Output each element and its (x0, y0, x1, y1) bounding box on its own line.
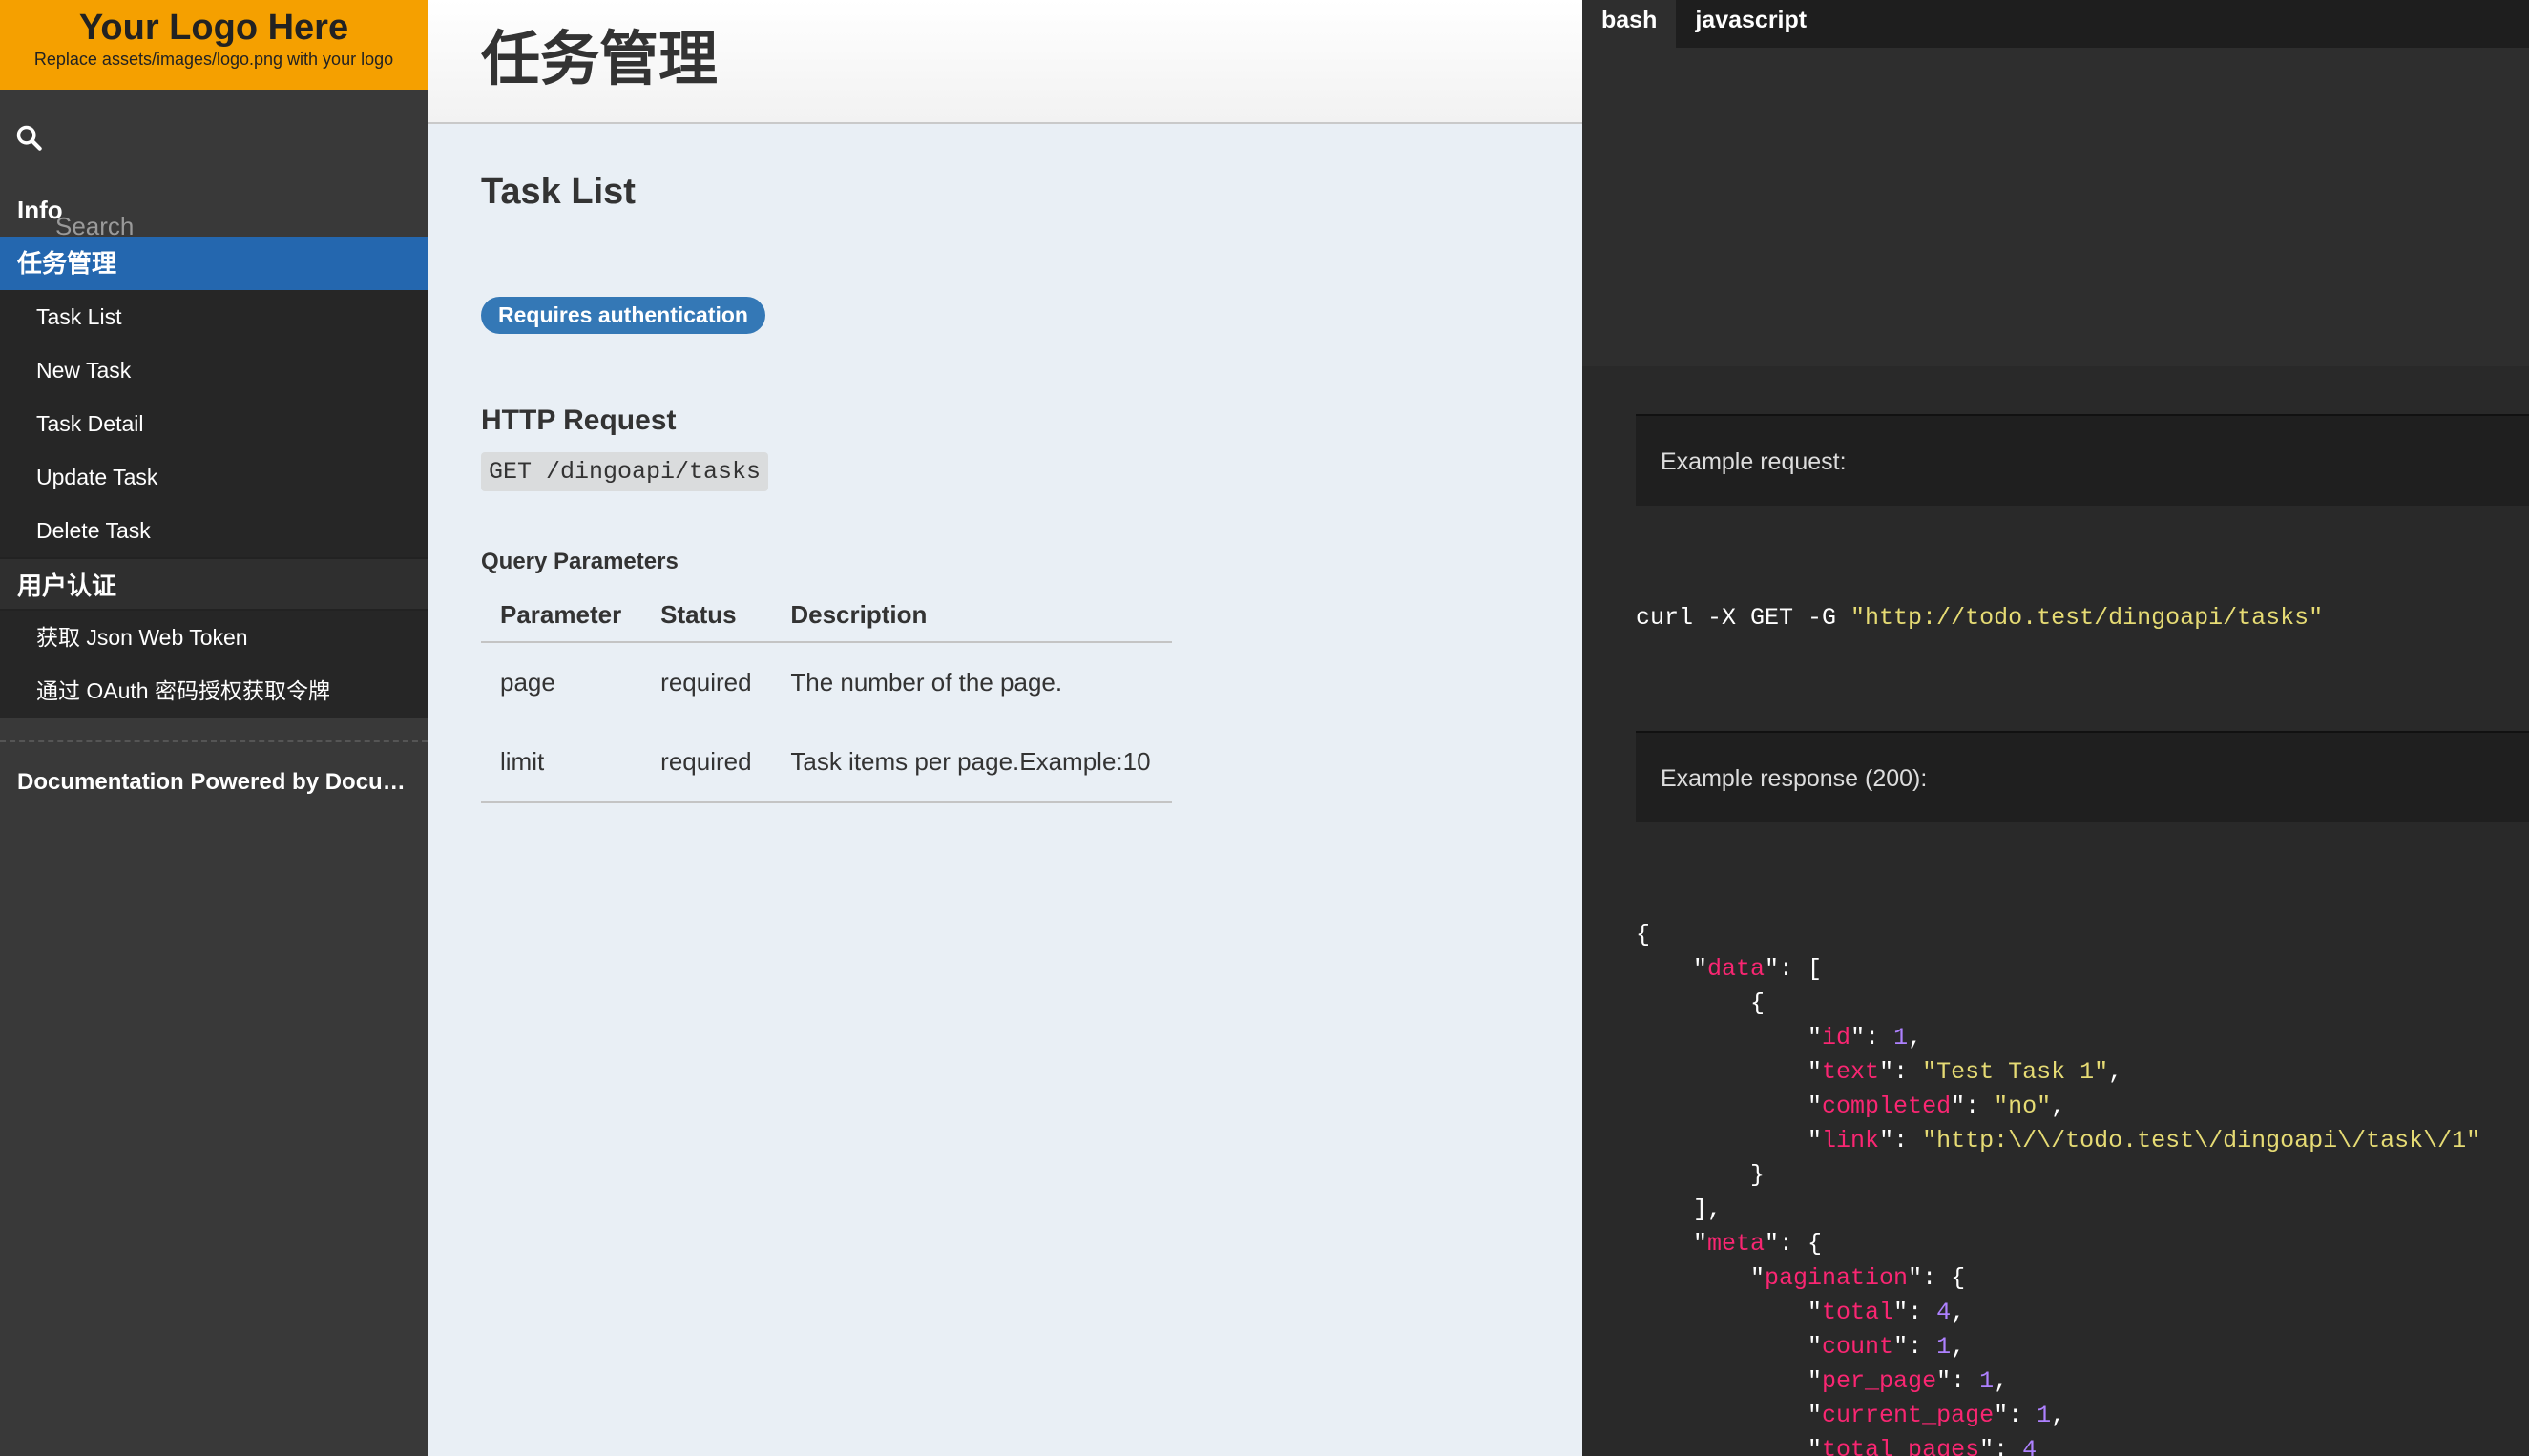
powered-by-link[interactable]: Documentation Powered by Documentarian (17, 769, 410, 796)
auth-sub-list: 获取 Json Web Token 通过 OAuth 密码授权获取令牌 (0, 611, 428, 718)
resp-link: "http:\/\/todo.test\/dingoapi\/task\/1" (1922, 1127, 2481, 1154)
language-tabs: bash javascript (1582, 0, 2529, 48)
code-panel: bash javascript Example request: curl -X… (1582, 0, 2529, 1456)
logo[interactable]: Your Logo Here Replace assets/images/log… (0, 0, 428, 90)
sidebar-item-update-task[interactable]: Update Task (0, 450, 428, 504)
code-panel-top (1582, 48, 2529, 366)
search-icon (16, 125, 42, 151)
sidebar: Your Logo Here Replace assets/images/log… (0, 0, 428, 1456)
sidebar-item-auth-group[interactable]: 用户认证 (0, 557, 428, 611)
col-status: Status (641, 600, 772, 643)
param-status: required (660, 668, 752, 697)
resp-per-page: 1 (1979, 1367, 1995, 1395)
example-request-label: Example request: (1636, 414, 2529, 506)
sidebar-nav: Info 任务管理 Task List New Task Task Detail… (0, 183, 428, 718)
table-row: page required The number of the page. (481, 642, 1172, 722)
sidebar-item-new-task[interactable]: New Task (0, 343, 428, 397)
col-parameter: Parameter (481, 600, 642, 643)
page-title: 任务管理 (481, 27, 719, 93)
table-row: limit required Task items per page.Examp… (481, 722, 1172, 803)
logo-subtitle: Replace assets/images/logo.png with your… (33, 50, 394, 69)
endpoint-doc: Task List Requires authentication HTTP R… (428, 124, 1582, 803)
logo-title: Your Logo Here (78, 8, 349, 48)
curl-code-block[interactable]: curl -X GET -G "http://todo.test/dingoap… (1636, 601, 2323, 635)
sidebar-item-info[interactable]: Info (0, 183, 428, 237)
query-params-heading: Query Parameters (481, 549, 679, 574)
resp-completed: "no" (1994, 1092, 2052, 1120)
curl-url: "http://todo.test/dingoapi/tasks" (1850, 604, 2324, 632)
sidebar-item-oauth[interactable]: 通过 OAuth 密码授权获取令牌 (0, 664, 428, 718)
resp-total: 4 (1936, 1299, 1952, 1326)
search-box (0, 90, 428, 246)
auth-badge: Requires authentication (481, 297, 765, 334)
resp-id: 1 (1893, 1024, 1909, 1051)
resp-current-page: 1 (2037, 1402, 2052, 1429)
param-name: page (500, 668, 555, 697)
curl-command: curl -X GET -G (1636, 604, 1851, 632)
http-request-heading: HTTP Request (481, 405, 677, 436)
tab-javascript[interactable]: javascript (1676, 0, 1826, 48)
sidebar-item-jwt[interactable]: 获取 Json Web Token (0, 611, 428, 664)
tab-bash[interactable]: bash (1582, 0, 1677, 48)
section-title: Task List (481, 172, 636, 212)
sidebar-item-delete-task[interactable]: Delete Task (0, 504, 428, 557)
endpoint-code: GET /dingoapi/tasks (481, 452, 769, 491)
param-description: The number of the page. (790, 668, 1063, 697)
main-content: 任务管理 Task List Requires authentication H… (428, 0, 1582, 1456)
resp-total-pages: 4 (2022, 1436, 2038, 1456)
sidebar-item-task-list[interactable]: Task List (0, 290, 428, 343)
param-status: required (641, 722, 772, 803)
sidebar-item-task-group[interactable]: 任务管理 (0, 237, 428, 290)
sidebar-item-task-detail[interactable]: Task Detail (0, 397, 428, 450)
task-sub-list: Task List New Task Task Detail Update Ta… (0, 290, 428, 557)
param-name: limit (481, 722, 642, 803)
example-response-label: Example response (200): (1636, 731, 2529, 822)
param-description: Task items per page.Example:10 (771, 722, 1172, 803)
col-description: Description (771, 600, 1172, 643)
sidebar-divider (0, 740, 428, 742)
resp-text: "Test Task 1" (1922, 1058, 2109, 1086)
response-code-block[interactable]: { "data": [ { "id": 1, "text": "Test Tas… (1636, 918, 2480, 1456)
table-header-row: Parameter Status Description (481, 600, 1172, 643)
params-table: Parameter Status Description page requir… (481, 600, 1172, 803)
resp-count: 1 (1936, 1333, 1952, 1361)
page-header: 任务管理 (428, 0, 1582, 124)
